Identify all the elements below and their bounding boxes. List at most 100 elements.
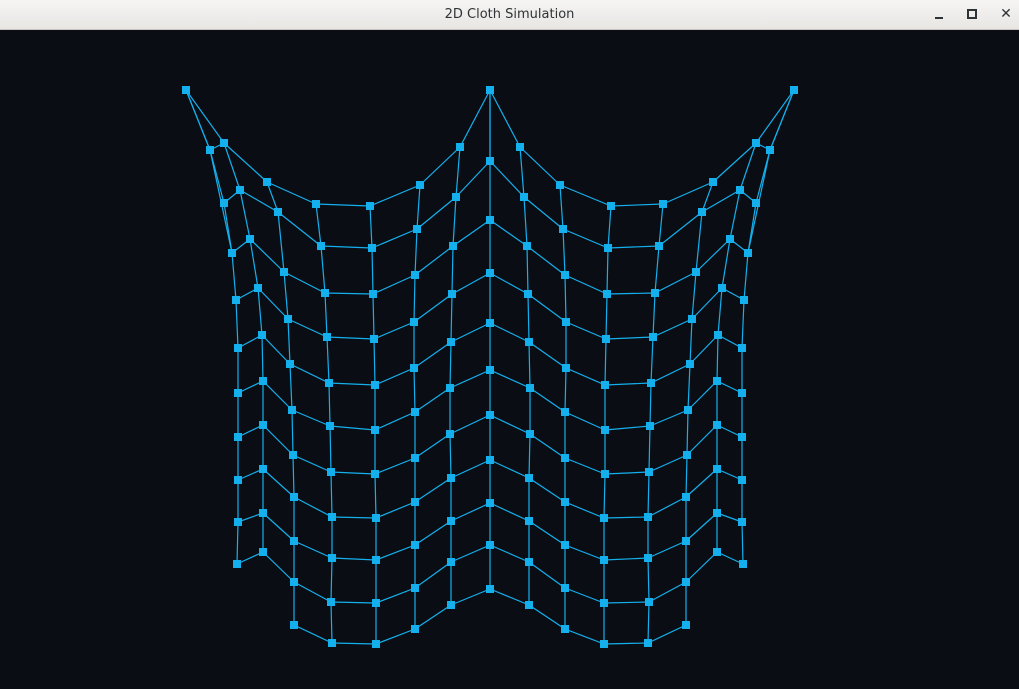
cloth-node[interactable] xyxy=(259,509,267,517)
cloth-node[interactable] xyxy=(526,384,534,392)
cloth-node[interactable] xyxy=(323,333,331,341)
cloth-node[interactable] xyxy=(709,178,717,186)
cloth-node[interactable] xyxy=(411,541,419,549)
cloth-node[interactable] xyxy=(290,578,298,586)
cloth-node[interactable] xyxy=(448,290,456,298)
cloth-node[interactable] xyxy=(738,518,746,526)
cloth-node[interactable] xyxy=(411,498,419,506)
cloth-node[interactable] xyxy=(562,364,570,372)
simulation-canvas[interactable] xyxy=(0,30,1019,689)
cloth-node[interactable] xyxy=(290,493,298,501)
cloth-node[interactable] xyxy=(447,474,455,482)
cloth-node[interactable] xyxy=(601,426,609,434)
cloth-node[interactable] xyxy=(259,421,267,429)
cloth-node[interactable] xyxy=(682,578,690,586)
cloth-node[interactable] xyxy=(520,193,528,201)
cloth-node[interactable] xyxy=(644,513,652,521)
cloth-node[interactable] xyxy=(233,560,241,568)
cloth-node[interactable] xyxy=(752,199,760,207)
cloth-node[interactable] xyxy=(312,200,320,208)
cloth-node[interactable] xyxy=(525,558,533,566)
cloth-node[interactable] xyxy=(561,541,569,549)
cloth-node[interactable] xyxy=(644,554,652,562)
cloth-node[interactable] xyxy=(561,271,569,279)
cloth-node[interactable] xyxy=(526,430,534,438)
cloth-node[interactable] xyxy=(561,454,569,462)
cloth-node[interactable] xyxy=(644,639,652,647)
cloth-node[interactable] xyxy=(366,202,374,210)
cloth-node[interactable] xyxy=(486,366,494,374)
cloth-node[interactable] xyxy=(328,554,336,562)
cloth-node[interactable] xyxy=(562,318,570,326)
cloth-node[interactable] xyxy=(234,476,242,484)
cloth-node[interactable] xyxy=(228,249,236,257)
cloth-node[interactable] xyxy=(561,584,569,592)
cloth-node[interactable] xyxy=(682,537,690,545)
minimize-button[interactable] xyxy=(928,4,950,24)
cloth-node[interactable] xyxy=(368,244,376,252)
cloth-node[interactable] xyxy=(561,625,569,633)
cloth-node[interactable] xyxy=(449,242,457,250)
cloth-node[interactable] xyxy=(370,335,378,343)
cloth-node[interactable] xyxy=(714,331,722,339)
cloth-node[interactable] xyxy=(682,621,690,629)
cloth-node[interactable] xyxy=(372,556,380,564)
cloth-node[interactable] xyxy=(790,86,798,94)
cloth-node[interactable] xyxy=(713,377,721,385)
cloth-node[interactable] xyxy=(486,456,494,464)
cloth-node[interactable] xyxy=(259,377,267,385)
cloth-node[interactable] xyxy=(234,344,242,352)
cloth-node[interactable] xyxy=(326,422,334,430)
cloth-node[interactable] xyxy=(486,411,494,419)
cloth-node[interactable] xyxy=(603,290,611,298)
cloth-node[interactable] xyxy=(321,289,329,297)
cloth-node[interactable] xyxy=(604,244,612,252)
cloth-node[interactable] xyxy=(263,178,271,186)
cloth-node[interactable] xyxy=(413,225,421,233)
cloth-node[interactable] xyxy=(682,493,690,501)
cloth-node[interactable] xyxy=(288,406,296,414)
cloth-node[interactable] xyxy=(698,208,706,216)
cloth-node[interactable] xyxy=(286,360,294,368)
cloth-node[interactable] xyxy=(274,208,282,216)
cloth-node[interactable] xyxy=(739,560,747,568)
cloth-node[interactable] xyxy=(486,319,494,327)
cloth-node[interactable] xyxy=(645,468,653,476)
cloth-node[interactable] xyxy=(220,139,228,147)
cloth-node[interactable] xyxy=(556,181,564,189)
cloth-node[interactable] xyxy=(446,430,454,438)
cloth-node[interactable] xyxy=(486,216,494,224)
cloth-node[interactable] xyxy=(447,338,455,346)
cloth-node[interactable] xyxy=(524,290,532,298)
close-button[interactable]: ✕ xyxy=(995,4,1017,24)
cloth-node[interactable] xyxy=(525,601,533,609)
cloth-node[interactable] xyxy=(659,200,667,208)
cloth-node[interactable] xyxy=(410,364,418,372)
cloth-node[interactable] xyxy=(280,268,288,276)
cloth-node[interactable] xyxy=(259,548,267,556)
cloth-node[interactable] xyxy=(446,384,454,392)
cloth-node[interactable] xyxy=(325,379,333,387)
cloth-node[interactable] xyxy=(688,315,696,323)
cloth-node[interactable] xyxy=(486,157,494,165)
cloth-node[interactable] xyxy=(713,465,721,473)
cloth-node[interactable] xyxy=(736,186,744,194)
cloth-node[interactable] xyxy=(738,433,746,441)
cloth-node[interactable] xyxy=(651,289,659,297)
cloth-node[interactable] xyxy=(317,242,325,250)
cloth-node[interactable] xyxy=(411,408,419,416)
cloth-node[interactable] xyxy=(290,621,298,629)
cloth-node[interactable] xyxy=(447,558,455,566)
cloth-node[interactable] xyxy=(456,143,464,151)
cloth-node[interactable] xyxy=(486,541,494,549)
cloth-node[interactable] xyxy=(647,379,655,387)
cloth-node[interactable] xyxy=(411,454,419,462)
cloth-node[interactable] xyxy=(649,333,657,341)
cloth-node[interactable] xyxy=(713,421,721,429)
cloth-node[interactable] xyxy=(206,146,214,154)
cloth-node[interactable] xyxy=(692,268,700,276)
cloth-node[interactable] xyxy=(726,235,734,243)
cloth-node[interactable] xyxy=(738,389,746,397)
cloth-node[interactable] xyxy=(327,598,335,606)
cloth-node[interactable] xyxy=(369,290,377,298)
